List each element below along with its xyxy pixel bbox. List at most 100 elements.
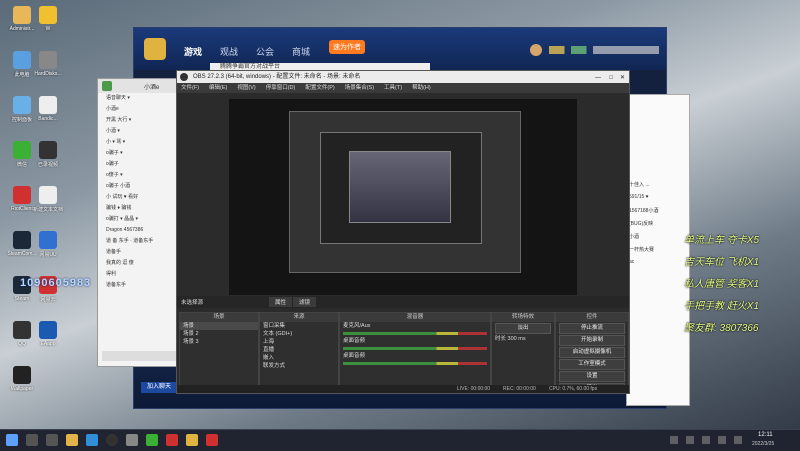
- control-button[interactable]: 工作室模式: [559, 359, 625, 370]
- desktop-icon-label: 网易云: [40, 297, 56, 303]
- chat-member-row[interactable]: 小 试玩 ♥ 看好: [98, 192, 181, 203]
- avatar[interactable]: [530, 44, 542, 56]
- scene-item[interactable]: 场景 3: [180, 338, 258, 346]
- riot-taskbar-icon[interactable]: [206, 434, 218, 446]
- obs-statusbar: LIVE: 00:00:00 REC: 00:00:00 CPU: 0.7%, …: [177, 385, 629, 393]
- overlay-line: 聚友群: 3807366: [684, 323, 759, 334]
- chat-member-row[interactable]: 骗钱 ♦ 骗钱: [98, 203, 181, 214]
- game-taskbar-icon[interactable]: [186, 434, 198, 446]
- filters-button[interactable]: 滤镜: [293, 297, 317, 307]
- properties-button[interactable]: 属性: [269, 297, 293, 307]
- chat-toolbar[interactable]: [102, 351, 176, 361]
- obs-menu-item[interactable]: 工具(T): [384, 83, 402, 93]
- desktop-icon[interactable]: W: [28, 6, 68, 32]
- overlay-number: 1090605983: [20, 277, 92, 289]
- nav-guild[interactable]: 公会: [256, 45, 274, 58]
- task-view-icon[interactable]: [46, 434, 58, 446]
- obs-menu-item[interactable]: 配置文件(P): [305, 83, 334, 93]
- right-chat-row[interactable]: ac: [629, 259, 687, 272]
- right-chat-row[interactable]: 十佳入 ...: [629, 181, 687, 194]
- chat-member-row[interactable]: o傻子 ▾: [98, 170, 181, 181]
- obs-preview[interactable]: [229, 99, 577, 295]
- header-status-icons[interactable]: [549, 46, 659, 54]
- chat-member-row[interactable]: 小酒e: [98, 104, 181, 115]
- event-badge[interactable]: 速为作者: [329, 40, 365, 54]
- duration-field[interactable]: 时长 300 ms: [492, 335, 554, 343]
- obs-menu-item[interactable]: 停靠窗口(D): [266, 83, 296, 93]
- scene-item[interactable]: 场景: [180, 322, 258, 330]
- music-taskbar-icon[interactable]: [166, 434, 178, 446]
- desktop-icon[interactable]: 新建文本文档: [28, 186, 68, 213]
- chat-member-row[interactable]: 语音聊天 ▾: [98, 93, 181, 104]
- transition-select[interactable]: 淡出: [495, 323, 551, 334]
- chat-member-row[interactable]: 道 备 东手 · 道备东手: [98, 236, 181, 247]
- uu-icon: [39, 231, 57, 249]
- wechat-taskbar-icon[interactable]: [146, 434, 158, 446]
- chat-member-row[interactable]: 开黑 大行 ▾: [98, 115, 181, 126]
- obs-menu-item[interactable]: 帮助(H): [412, 83, 431, 93]
- control-button[interactable]: 开始录制: [559, 335, 625, 346]
- source-item[interactable]: 文本 (GDI+): [260, 330, 338, 338]
- desktop-icon[interactable]: 已录视频: [28, 141, 68, 168]
- chat-member-row[interactable]: 得利: [98, 269, 181, 280]
- minimize-icon[interactable]: —: [595, 72, 601, 84]
- right-chat-row[interactable]: (BUG)反映: [629, 220, 687, 233]
- chat-member-row[interactable]: o骗子 ▾: [98, 148, 181, 159]
- obs-menu-item[interactable]: 场景集合(S): [345, 83, 374, 93]
- chat-member-row[interactable]: 我真的 逗 傻: [98, 258, 181, 269]
- clock-date[interactable]: 2022/3/25: [752, 441, 774, 447]
- obs-taskbar-icon[interactable]: [106, 434, 118, 446]
- video-folder-icon: [39, 141, 57, 159]
- tray-icons[interactable]: [670, 436, 750, 444]
- start-icon[interactable]: [6, 434, 18, 446]
- nav-spectate[interactable]: 观战: [220, 45, 238, 58]
- source-item[interactable]: 嵌入: [260, 354, 338, 362]
- chat-member-row[interactable]: o骗打 ▾ 晶晶 ▾: [98, 214, 181, 225]
- wechat-game-icon: [39, 6, 57, 24]
- chat-member-row[interactable]: 道备东手: [98, 280, 181, 291]
- chat-member-row[interactable]: o骗子: [98, 159, 181, 170]
- desktop-icon[interactable]: Bandic...: [28, 96, 68, 122]
- desktop-icon[interactable]: EAapp: [28, 321, 68, 347]
- edge-icon[interactable]: [86, 434, 98, 446]
- control-button[interactable]: 停止推流: [559, 323, 625, 334]
- chat-member-row[interactable]: Dragon 4567386: [98, 225, 181, 236]
- desktop-icon[interactable]: 网易UU: [28, 231, 68, 258]
- home-icon[interactable]: [102, 81, 112, 91]
- maximize-icon[interactable]: □: [609, 72, 613, 84]
- desktop-icon[interactable]: Wallpaper: [2, 366, 42, 392]
- right-chat-row[interactable]: 小酒: [629, 233, 687, 246]
- source-item[interactable]: 窗口采集: [260, 322, 338, 330]
- right-chat-row[interactable]: 一杆热大赛: [629, 246, 687, 259]
- chat-member-row[interactable]: 小 ▾ 骂 ▾: [98, 137, 181, 148]
- volume-meter[interactable]: [343, 332, 487, 335]
- volume-meter[interactable]: [343, 347, 487, 350]
- chat-member-row[interactable]: 小酒 ▾: [98, 126, 181, 137]
- rec-status: REC: 00:00:00: [503, 386, 536, 392]
- close-icon[interactable]: ✕: [620, 72, 625, 84]
- source-item[interactable]: 联发方式: [260, 362, 338, 370]
- no-source-label: 未选择源: [181, 300, 204, 306]
- explorer-icon[interactable]: [66, 434, 78, 446]
- volume-meter[interactable]: [343, 362, 487, 365]
- settings-icon[interactable]: [126, 434, 138, 446]
- obs-menu-item[interactable]: 视图(V): [237, 83, 255, 93]
- chat-title: 小酒e: [144, 85, 160, 91]
- right-chat-row[interactable]: 1567188小酒: [629, 207, 687, 220]
- control-button[interactable]: 启动虚拟摄像机: [559, 347, 625, 358]
- nav-store[interactable]: 商城: [292, 45, 310, 58]
- source-item[interactable]: 上海: [260, 338, 338, 346]
- control-button[interactable]: 设置: [559, 371, 625, 382]
- desktop-icon[interactable]: HardDisks...: [28, 51, 68, 77]
- nav-game[interactable]: 游戏: [184, 45, 202, 58]
- scene-item[interactable]: 场景 2: [180, 330, 258, 338]
- search-icon[interactable]: [26, 434, 38, 446]
- source-item[interactable]: 直播: [260, 346, 338, 354]
- chat-member-row[interactable]: o骗子 小酒: [98, 181, 181, 192]
- right-chat-row[interactable]: 591/15 ♥: [629, 194, 687, 207]
- obs-menu-item[interactable]: 文件(F): [181, 83, 199, 93]
- wallpaper-icon: [13, 366, 31, 384]
- obs-menu-item[interactable]: 编辑(E): [209, 83, 227, 93]
- chat-member-row[interactable]: 道备手: [98, 247, 181, 258]
- clock-time[interactable]: 12:11: [758, 432, 773, 438]
